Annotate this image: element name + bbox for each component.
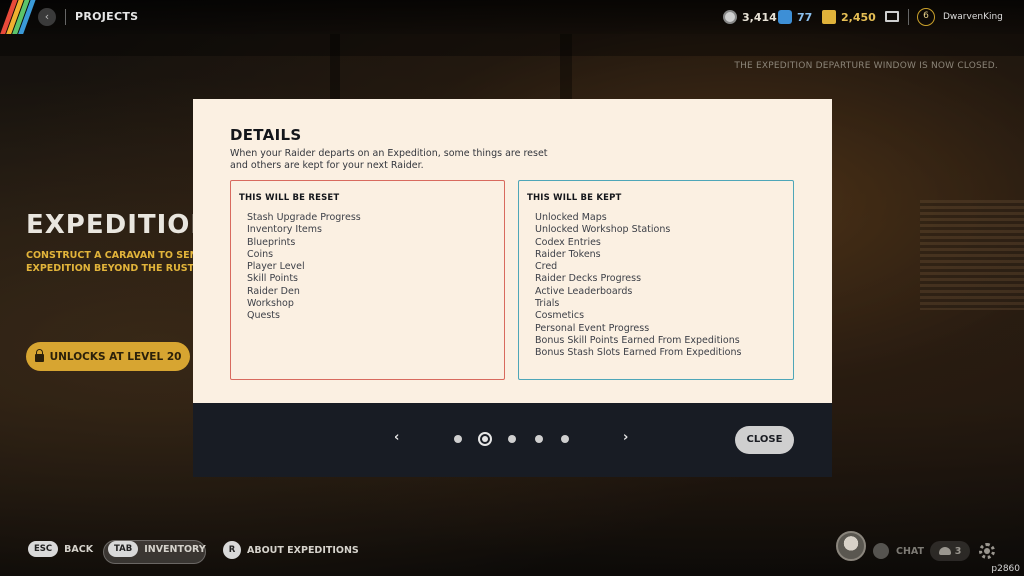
list-item: Bonus Skill Points Earned From Expeditio…	[535, 334, 740, 346]
unlock-label: UNLOCKS AT LEVEL 20	[49, 350, 182, 363]
list-item: Bonus Stash Slots Earned From Expedition…	[535, 347, 742, 359]
currency-silver-value: 3,414	[742, 10, 777, 24]
chat-icon[interactable]	[873, 543, 889, 559]
list-item: Raider Den	[247, 285, 300, 297]
kept-list: Unlocked Maps Unlocked Workshop Stations…	[535, 212, 741, 360]
back-arrow-icon[interactable]: ‹	[38, 8, 56, 26]
modal-title: DETAILS	[230, 126, 302, 144]
expedition-title: EXPEDITION	[26, 210, 214, 240]
party-icon	[938, 547, 951, 555]
top-bar: ‹ PROJECTS 3,414 77 2,450 6 DwarvenKing	[0, 0, 1024, 34]
mail-icon[interactable]	[885, 11, 899, 22]
list-item: Unlocked Maps	[535, 212, 607, 223]
back-label: BACK	[64, 543, 94, 555]
chevron-right-icon[interactable]: ›	[623, 430, 628, 445]
reset-heading: THIS WILL BE RESET	[239, 193, 340, 203]
page-dot-3[interactable]	[508, 435, 516, 443]
currency-tokens: 77	[778, 10, 812, 24]
list-item: Skill Points	[247, 273, 299, 285]
reset-list: Stash Upgrade Progress Inventory Items B…	[247, 212, 361, 323]
list-item: Unlocked Workshop Stations	[535, 224, 671, 236]
blue-token-icon	[778, 10, 792, 24]
party-button[interactable]: 3	[930, 541, 970, 561]
player-level-badge: 6	[917, 8, 935, 26]
description-line: EXPEDITION BEYOND THE RUST B	[26, 263, 196, 274]
avatar[interactable]	[836, 531, 866, 561]
currency-tokens-value: 77	[797, 10, 813, 24]
list-item: Trials	[535, 298, 560, 310]
tab-key: TAB	[108, 541, 139, 557]
list-item: Inventory Items	[247, 224, 322, 236]
gold-stack-icon	[822, 10, 836, 24]
list-item: Codex Entries	[535, 236, 601, 248]
list-item: Blueprints	[247, 236, 296, 248]
r-key: R	[223, 541, 241, 559]
kept-list-box: THIS WILL BE KEPT Unlocked Maps Unlocked…	[518, 180, 794, 380]
about-hint[interactable]: R ABOUT EXPEDITIONS	[223, 541, 359, 559]
list-item: Coins	[247, 248, 274, 260]
chevron-left-icon[interactable]: ‹	[394, 430, 399, 445]
reset-list-box: THIS WILL BE RESET Stash Upgrade Progres…	[230, 180, 505, 380]
page-dot-4[interactable]	[535, 435, 543, 443]
back-hint[interactable]: ESC BACK	[28, 541, 93, 557]
divider	[65, 9, 66, 25]
unlock-level-button[interactable]: UNLOCKS AT LEVEL 20	[26, 342, 190, 371]
currency-gold-value: 2,450	[841, 10, 876, 24]
page-dot-2-active[interactable]	[478, 432, 492, 446]
modal-body: DETAILS When your Raider departs on an E…	[193, 99, 832, 403]
inventory-hint[interactable]: TAB INVENTORY	[108, 541, 206, 557]
build-id: p2860	[991, 564, 1020, 574]
page-dot-5[interactable]	[561, 435, 569, 443]
party-count: 3	[954, 545, 962, 557]
list-item: Quests	[247, 310, 280, 322]
expedition-description: CONSTRUCT A CARAVAN TO SEN EXPEDITION BE…	[26, 249, 196, 275]
list-item: Raider Decks Progress	[535, 273, 642, 285]
gear-icon[interactable]	[979, 543, 995, 559]
list-item: Stash Upgrade Progress	[247, 212, 361, 223]
username[interactable]: DwarvenKing	[943, 12, 1003, 22]
list-item: Cosmetics	[535, 310, 585, 322]
silver-coin-icon	[723, 10, 737, 24]
chat-label[interactable]: CHAT	[896, 546, 924, 557]
list-item: Player Level	[247, 261, 305, 273]
list-item: Active Leaderboards	[535, 285, 633, 297]
page-title: PROJECTS	[75, 10, 139, 23]
departure-notice: THE EXPEDITION DEPARTURE WINDOW IS NOW C…	[734, 61, 998, 71]
list-item: Cred	[535, 261, 558, 273]
description-line: CONSTRUCT A CARAVAN TO SEN	[26, 250, 196, 261]
lock-icon	[34, 349, 44, 362]
esc-key: ESC	[28, 541, 59, 557]
close-button[interactable]: CLOSE	[735, 426, 794, 454]
inventory-label: INVENTORY	[144, 543, 206, 555]
list-item: Personal Event Progress	[535, 322, 650, 334]
list-item: Workshop	[247, 298, 294, 310]
about-label: ABOUT EXPEDITIONS	[247, 544, 359, 556]
currency-gold: 2,450	[822, 10, 876, 24]
game-logo-icon	[0, 0, 36, 34]
page-dot-1[interactable]	[454, 435, 462, 443]
currency-silver: 3,414	[723, 10, 777, 24]
modal-description: When your Raider departs on an Expeditio…	[230, 148, 548, 171]
kept-heading: THIS WILL BE KEPT	[527, 193, 622, 203]
divider	[908, 9, 909, 25]
details-modal: DETAILS When your Raider departs on an E…	[193, 99, 832, 477]
list-item: Raider Tokens	[535, 248, 601, 260]
